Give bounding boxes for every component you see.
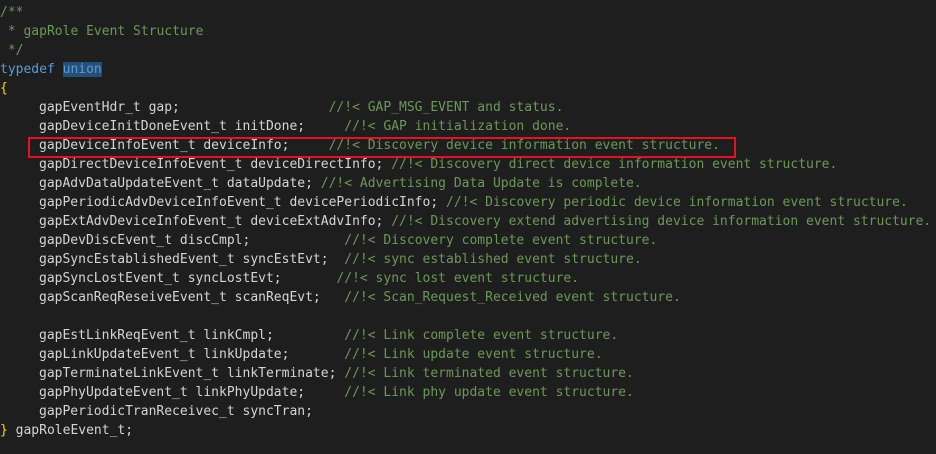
member-declaration: gapScanReqReseiveEvent_t scanReqEvt; — [39, 290, 345, 305]
member-declaration: gapDeviceInitDoneEvent_t initDone; — [39, 119, 345, 134]
member-comment: //!< GAP initialization done. — [344, 119, 572, 134]
member-comment: //!< sync established event structure. — [344, 252, 642, 267]
member-comment: //!< Link terminated event structure. — [344, 366, 634, 381]
member-comment: //!< Link update event structure. — [344, 347, 603, 362]
member-declaration: gapAdvDataUpdateEvent_t dataUpdate; — [39, 176, 321, 191]
member-line: gapAdvDataUpdateEvent_t dataUpdate; //!<… — [0, 174, 936, 193]
member-line: gapEstLinkReqEvent_t linkCmpl; //!< Link… — [0, 326, 936, 345]
member-line: gapDirectDeviceInfoEvent_t deviceDirectI… — [0, 155, 936, 174]
member-declaration: gapPeriodicAdvDeviceInfoEvent_t devicePe… — [39, 195, 446, 210]
member-comment: //!< Advertising Data Update is complete… — [320, 176, 642, 191]
member-comment: //!< Discovery device information event … — [328, 138, 720, 153]
member-list: gapEventHdr_t gap; //!< GAP_MSG_EVENT an… — [0, 98, 936, 421]
member-comment: //!< Discovery extend advertising device… — [391, 214, 932, 229]
member-line: gapTerminateLinkEvent_t linkTerminate; /… — [0, 364, 936, 383]
member-comment: //!< Link complete event structure. — [344, 328, 619, 343]
member-declaration: gapPhyUpdateEvent_t linkPhyUpdate; — [39, 385, 345, 400]
member-comment: //!< Discovery direct device information… — [391, 157, 838, 172]
doc-comment-open: /** — [0, 5, 24, 20]
member-declaration: gapDevDiscEvent_t discCmpl; — [39, 233, 345, 248]
member-declaration: gapExtAdvDeviceInfoEvent_t deviceExtAdvI… — [39, 214, 392, 229]
member-line: gapSyncEstablishedEvent_t syncEstEvt; //… — [0, 250, 936, 269]
member-declaration: gapSyncLostEvent_t syncLostEvt; — [39, 271, 337, 286]
member-comment: //!< Discovery complete event structure. — [344, 233, 658, 248]
open-brace: { — [0, 81, 8, 96]
doc-comment-text: * gapRole Event Structure — [0, 24, 204, 39]
member-comment: //!< sync lost event structure. — [336, 271, 580, 286]
member-declaration: gapPeriodicTranReceivec_t syncTran; — [39, 404, 313, 419]
member-line: gapDeviceInfoEvent_t deviceInfo; //!< Di… — [0, 136, 936, 155]
member-line: gapEventHdr_t gap; //!< GAP_MSG_EVENT an… — [0, 98, 936, 117]
member-declaration: gapTerminateLinkEvent_t linkTerminate; — [39, 366, 345, 381]
member-line: gapPhyUpdateEvent_t linkPhyUpdate; //!< … — [0, 383, 936, 402]
typedef-line: typedef union — [0, 60, 936, 79]
member-line: gapLinkUpdateEvent_t linkUpdate; //!< Li… — [0, 345, 936, 364]
member-declaration: gapSyncEstablishedEvent_t syncEstEvt; — [39, 252, 345, 267]
member-declaration: gapEstLinkReqEvent_t linkCmpl; — [39, 328, 345, 343]
member-line: gapDeviceInitDoneEvent_t initDone; //!< … — [0, 117, 936, 136]
member-declaration: gapDeviceInfoEvent_t deviceInfo; — [39, 138, 329, 153]
member-line — [0, 307, 936, 326]
member-declaration: gapEventHdr_t gap; — [39, 100, 329, 115]
member-line: gapPeriodicAdvDeviceInfoEvent_t devicePe… — [0, 193, 936, 212]
member-line: gapScanReqReseiveEvent_t scanReqEvt; //!… — [0, 288, 936, 307]
member-declaration: gapLinkUpdateEvent_t linkUpdate; — [39, 347, 345, 362]
member-declaration: gapDirectDeviceInfoEvent_t deviceDirectI… — [39, 157, 392, 172]
close-brace: } — [0, 423, 8, 438]
member-line: gapSyncLostEvent_t syncLostEvt; //!< syn… — [0, 269, 936, 288]
typedef-keyword: typedef — [0, 62, 55, 77]
member-line: gapExtAdvDeviceInfoEvent_t deviceExtAdvI… — [0, 212, 936, 231]
type-name: gapRoleEvent_t; — [7, 423, 134, 438]
member-comment: //!< GAP_MSG_EVENT and status. — [328, 100, 564, 115]
member-line: gapDevDiscEvent_t discCmpl; //!< Discove… — [0, 231, 936, 250]
member-line: gapPeriodicTranReceivec_t syncTran; — [0, 402, 936, 421]
member-comment: //!< Discovery periodic device informati… — [446, 195, 908, 210]
union-keyword: union — [62, 62, 102, 77]
closing-line: } gapRoleEvent_t; — [0, 421, 936, 440]
code-editor[interactable]: /** * gapRole Event Structure */ typedef… — [0, 3, 936, 440]
doc-comment-close: */ — [0, 43, 24, 58]
member-comment: //!< Link phy update event structure. — [344, 385, 634, 400]
member-comment: //!< Scan_Request_Received event structu… — [344, 290, 681, 305]
